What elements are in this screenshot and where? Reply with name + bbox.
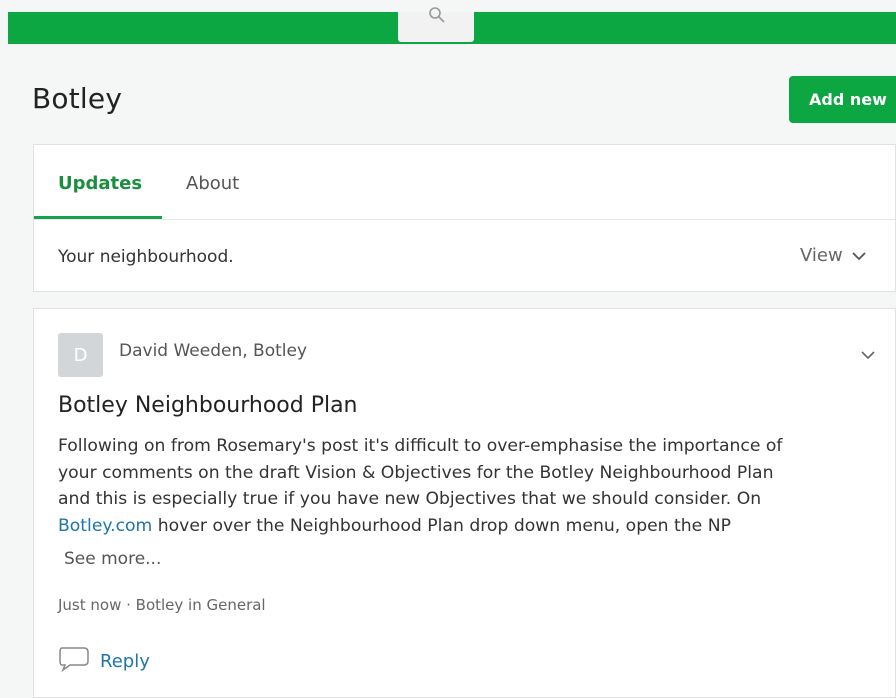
view-label: View — [800, 245, 843, 266]
search-box[interactable] — [398, 7, 474, 42]
view-dropdown[interactable]: View — [800, 245, 867, 266]
speech-bubble-icon — [58, 645, 92, 678]
post-title[interactable]: Botley Neighbourhood Plan — [58, 393, 358, 418]
add-new-button[interactable]: Add new — [789, 76, 896, 123]
post-meta: Just now · Botley in General — [58, 596, 266, 614]
reply-label: Reply — [100, 651, 150, 672]
post-card: D David Weeden, Botley Botley Neighbourh… — [33, 308, 896, 698]
chevron-down-icon — [851, 245, 867, 266]
top-navigation-bar — [8, 7, 896, 44]
post-body-line: hover over the Neighbourhood Plan drop d… — [152, 515, 731, 536]
post-body-line: Following on from Rosemary's post it's d… — [58, 436, 783, 456]
post-options-chevron-icon[interactable] — [860, 345, 876, 364]
tabs-card: Updates About Your neighbourhood. View — [33, 144, 896, 292]
avatar[interactable]: D — [58, 333, 103, 377]
see-more-link[interactable]: See more... — [64, 549, 161, 569]
feed-filter-label: Your neighbourhood. — [58, 247, 234, 267]
tab-divider — [34, 219, 895, 220]
reply-button[interactable]: Reply — [58, 645, 150, 678]
post-body-line: your comments on the draft Vision & Obje… — [58, 462, 774, 483]
post-author[interactable]: David Weeden, Botley — [119, 341, 307, 361]
page-title: Botley — [32, 82, 123, 115]
post-body-line: and this is especially true if you have … — [58, 489, 762, 509]
tab-updates[interactable]: Updates — [58, 173, 142, 194]
botley-link[interactable]: Botley.com — [58, 516, 152, 536]
tab-about[interactable]: About — [186, 173, 239, 194]
post-body: Following on from Rosemary's post it's d… — [58, 433, 858, 539]
